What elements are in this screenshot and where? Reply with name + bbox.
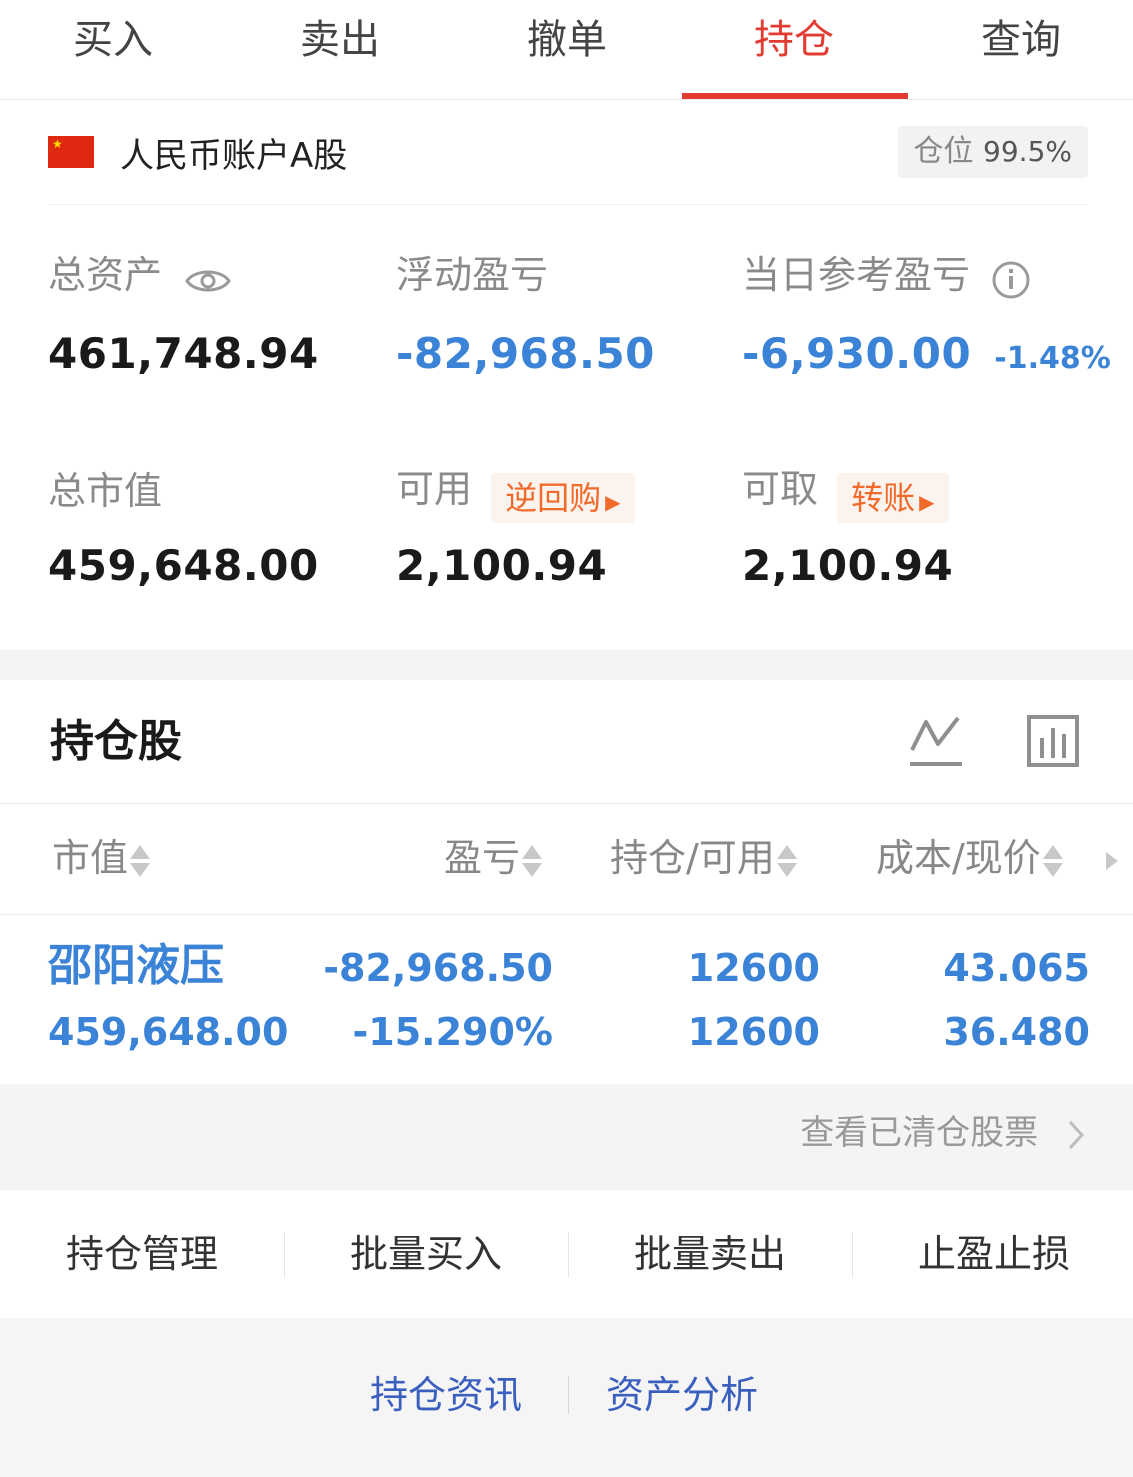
column-market-value[interactable]: 市值 [52, 832, 151, 884]
line-chart-icon[interactable] [908, 714, 964, 768]
column-pl[interactable]: 盈亏 [444, 832, 543, 884]
position-news-link[interactable]: 持仓资讯 [370, 1368, 522, 1422]
account-row: ★ 人民币账户A股 仓位 99.5% [48, 120, 1088, 205]
account-name[interactable]: 人民币账户A股 [120, 132, 347, 180]
withdrawable-block: 可取 转账 ▶ [742, 464, 949, 523]
stock-position: 12600 [687, 946, 820, 990]
holdings-table-header: 市值 盈亏 持仓/可用 成本/现价 [0, 803, 1133, 915]
batch-sell-button[interactable]: 批量卖出 [568, 1226, 852, 1282]
tab-cancel[interactable]: 撤单 [454, 14, 680, 66]
column-cost-price-label: 成本/现价 [876, 836, 1041, 880]
column-pl-label: 盈亏 [444, 836, 521, 880]
position-ratio-badge: 仓位 99.5% [897, 126, 1088, 178]
withdrawable-value: 2,100.94 [742, 541, 954, 590]
take-profit-stop-loss-button[interactable]: 止盈止损 [852, 1226, 1133, 1282]
available-block: 可用 逆回购 ▶ [396, 464, 635, 523]
market-value-label: 总市值 [48, 469, 163, 513]
position-actions-bar: 持仓管理 批量买入 批量卖出 止盈止损 [0, 1190, 1133, 1318]
stock-market-value: 459,648.00 [48, 1010, 289, 1054]
transfer-label: 转账 [851, 478, 916, 517]
stock-pl-percent: -15.290% [352, 1010, 553, 1054]
asset-analysis-link[interactable]: 资产分析 [606, 1368, 758, 1422]
tab-positions[interactable]: 持仓 [681, 14, 907, 66]
eye-icon[interactable] [185, 266, 231, 296]
sort-icon [522, 843, 543, 879]
total-assets-value: 461,748.94 [48, 329, 319, 378]
stock-pl: -82,968.50 [323, 946, 553, 990]
tab-buy[interactable]: 买入 [0, 14, 226, 66]
stock-price: 36.480 [943, 1010, 1090, 1054]
available-label: 可用 [396, 467, 473, 511]
column-position[interactable]: 持仓/可用 [610, 832, 797, 884]
top-tab-bar: 买入 卖出 撤单 持仓 查询 [0, 0, 1133, 100]
stock-name[interactable]: 邵阳液压 [48, 940, 224, 992]
reverse-repo-label: 逆回购 [505, 478, 602, 517]
position-label: 仓位 [913, 134, 974, 169]
caret-right-icon: ▶ [605, 489, 621, 514]
scroll-right-icon[interactable] [1104, 850, 1120, 872]
floating-pl-value: -82,968.50 [396, 329, 655, 378]
bar-chart-icon[interactable] [1026, 714, 1080, 768]
available-value: 2,100.94 [396, 541, 608, 590]
withdrawable-label: 可取 [742, 467, 819, 511]
tab-sell[interactable]: 卖出 [227, 14, 453, 66]
sort-icon [1042, 843, 1063, 879]
column-position-label: 持仓/可用 [610, 836, 775, 880]
info-icon[interactable] [991, 260, 1031, 300]
caret-right-icon: ▶ [919, 489, 935, 514]
stock-cost: 43.065 [943, 946, 1090, 990]
total-assets-block: 总资产 [48, 250, 231, 300]
total-assets-label: 总资产 [48, 253, 163, 297]
transfer-button[interactable]: 转账 ▶ [837, 472, 949, 523]
view-cleared-stocks-label: 查看已清仓股票 [800, 1113, 1039, 1153]
column-cost-price[interactable]: 成本/现价 [876, 832, 1063, 884]
active-tab-indicator [682, 93, 908, 99]
manage-positions-button[interactable]: 持仓管理 [0, 1226, 284, 1282]
reverse-repo-button[interactable]: 逆回购 ▶ [491, 472, 635, 523]
divider [568, 1376, 569, 1414]
daily-pl-percent: -1.48% [994, 341, 1111, 376]
bottom-links-bar: 持仓资讯 资产分析 [0, 1318, 1133, 1477]
sort-icon [130, 843, 151, 879]
floating-pl-label: 浮动盈亏 [396, 253, 549, 297]
tab-query[interactable]: 查询 [908, 14, 1133, 66]
view-cleared-stocks-link[interactable]: 查看已清仓股票 [800, 1108, 1085, 1158]
section-divider [0, 650, 1133, 680]
stock-available: 12600 [687, 1010, 820, 1054]
daily-pl-value: -6,930.00 [742, 329, 972, 378]
market-value: 459,648.00 [48, 541, 319, 590]
chevron-right-icon [1068, 1120, 1085, 1149]
column-market-value-label: 市值 [52, 836, 129, 880]
holdings-title: 持仓股 [50, 716, 182, 767]
daily-pl-block: 当日参考盈亏 [742, 250, 1031, 300]
daily-pl-values: -6,930.00 -1.48% [742, 326, 1111, 382]
daily-pl-label: 当日参考盈亏 [742, 253, 971, 297]
china-flag-icon: ★ [48, 136, 94, 168]
position-value: 99.5% [983, 135, 1072, 168]
batch-buy-button[interactable]: 批量买入 [284, 1226, 568, 1282]
sort-icon [776, 843, 797, 879]
table-row[interactable]: 邵阳液压 459,648.00 -82,968.50 -15.290% 1260… [0, 916, 1133, 1084]
